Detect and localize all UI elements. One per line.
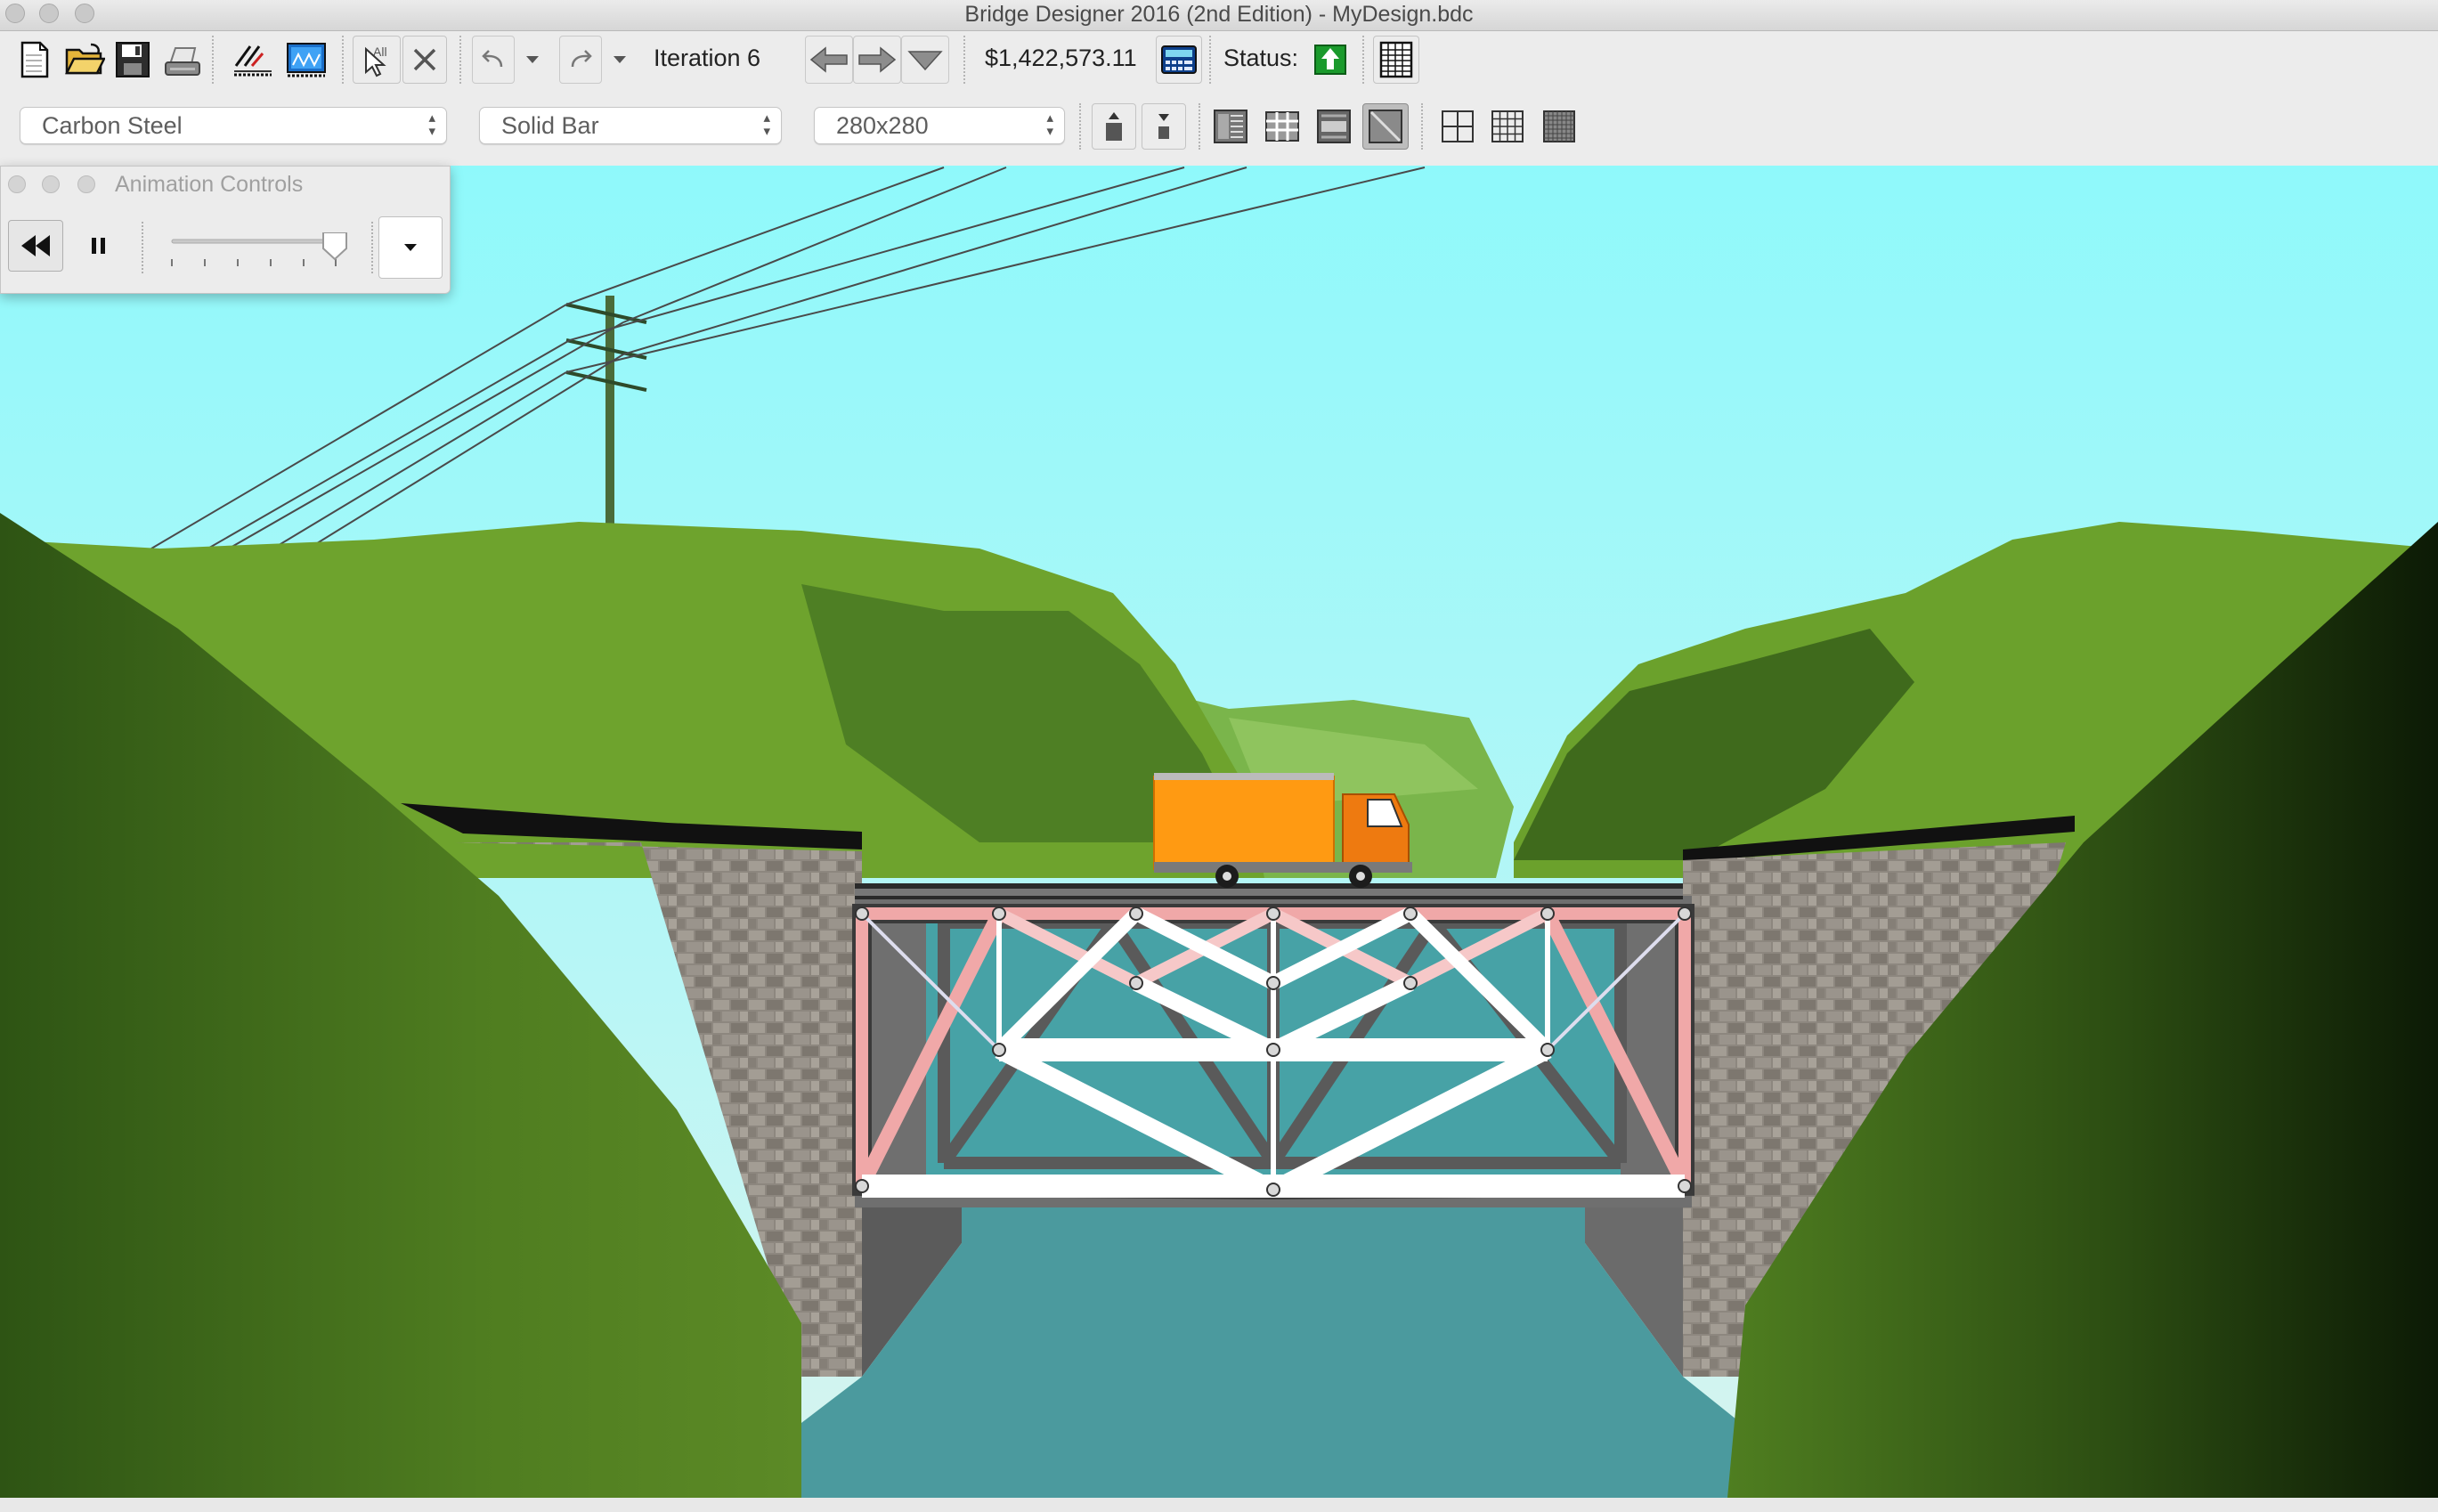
open-folder-icon[interactable] (62, 36, 107, 84)
animation-speed-slider[interactable] (170, 232, 348, 282)
zoom-panel-button[interactable] (77, 175, 95, 193)
new-document-icon[interactable] (12, 36, 57, 84)
status-bar (0, 1498, 2438, 1512)
toolbar-separator (963, 36, 967, 84)
decrease-size-icon[interactable] (1142, 103, 1186, 150)
minimize-panel-button[interactable] (42, 175, 60, 193)
draw-members-icon[interactable] (230, 36, 276, 84)
slider-thumb (322, 232, 347, 261)
toolbar-separator (342, 36, 345, 84)
print-icon[interactable] (160, 36, 205, 84)
forward-arrow-icon[interactable] (853, 36, 901, 84)
window-title: Bridge Designer 2016 (2nd Edition) - MyD… (964, 2, 1474, 27)
grid-fine-icon[interactable] (1537, 103, 1581, 150)
select-chevron-icon: ▴ ▾ (763, 110, 770, 139)
increase-size-icon[interactable] (1092, 103, 1136, 150)
grid-medium-icon[interactable] (1485, 103, 1530, 150)
pause-icon[interactable] (76, 224, 122, 268)
cross-section-select[interactable]: Solid Bar ▴ ▾ (479, 107, 782, 144)
member-table-icon[interactable] (1259, 103, 1305, 150)
material-select[interactable]: Carbon Steel ▴ ▾ (20, 107, 447, 144)
select-chevron-icon: ▴ ▾ (428, 110, 435, 139)
member-diagonal-icon[interactable] (1362, 103, 1409, 150)
cost-calculator-icon[interactable] (1156, 36, 1202, 84)
select-chevron-icon: ▴ ▾ (1046, 110, 1053, 139)
undo-icon[interactable] (472, 36, 515, 84)
select-all-icon[interactable]: All (353, 36, 401, 84)
cross-section-value: Solid Bar (501, 112, 599, 139)
toolbar-separator (212, 36, 215, 84)
drawing-board-icon[interactable] (283, 36, 329, 84)
toolbar-separator (459, 36, 463, 84)
animation-controls-title: Animation Controls (115, 172, 304, 197)
member-size-select[interactable]: 280x280 ▴ ▾ (814, 107, 1065, 144)
member-detail-icon[interactable] (1311, 103, 1357, 150)
animation-controls-panel: Animation Controls (0, 166, 451, 294)
iteration-dropdown-icon[interactable] (901, 36, 949, 84)
redo-icon[interactable] (559, 36, 602, 84)
status-test-icon[interactable] (1312, 43, 1348, 77)
undo-dropdown-icon[interactable] (518, 45, 547, 75)
toolbar-separator (1199, 103, 1202, 150)
bridge-animation-viewport (0, 166, 2438, 1498)
toolbar-separator (1362, 36, 1366, 84)
panel-separator (142, 222, 145, 273)
report-table-icon[interactable] (1373, 36, 1419, 84)
toolbar-separator (1421, 103, 1425, 150)
rewind-icon[interactable] (8, 220, 63, 272)
close-panel-button[interactable] (8, 175, 26, 193)
toolbar-separator (1209, 36, 1213, 84)
dropdown-icon[interactable] (378, 216, 443, 279)
delete-icon[interactable] (402, 36, 447, 84)
toolbar-separator (1079, 103, 1083, 150)
back-arrow-icon[interactable] (805, 36, 853, 84)
window-title-bar: Bridge Designer 2016 (2nd Edition) - MyD… (0, 0, 2438, 31)
material-value: Carbon Steel (42, 112, 183, 139)
status-label: Status: (1223, 45, 1299, 71)
iteration-label: Iteration 6 (654, 45, 761, 71)
member-size-value: 280x280 (836, 112, 929, 139)
redo-dropdown-icon[interactable] (605, 45, 634, 75)
grid-coarse-icon[interactable] (1435, 103, 1480, 150)
deck-edge (855, 889, 1683, 896)
save-icon[interactable] (110, 36, 155, 84)
panel-separator (371, 222, 375, 273)
cost-value: $1,422,573.11 (985, 45, 1137, 71)
member-list-icon[interactable] (1207, 103, 1254, 150)
